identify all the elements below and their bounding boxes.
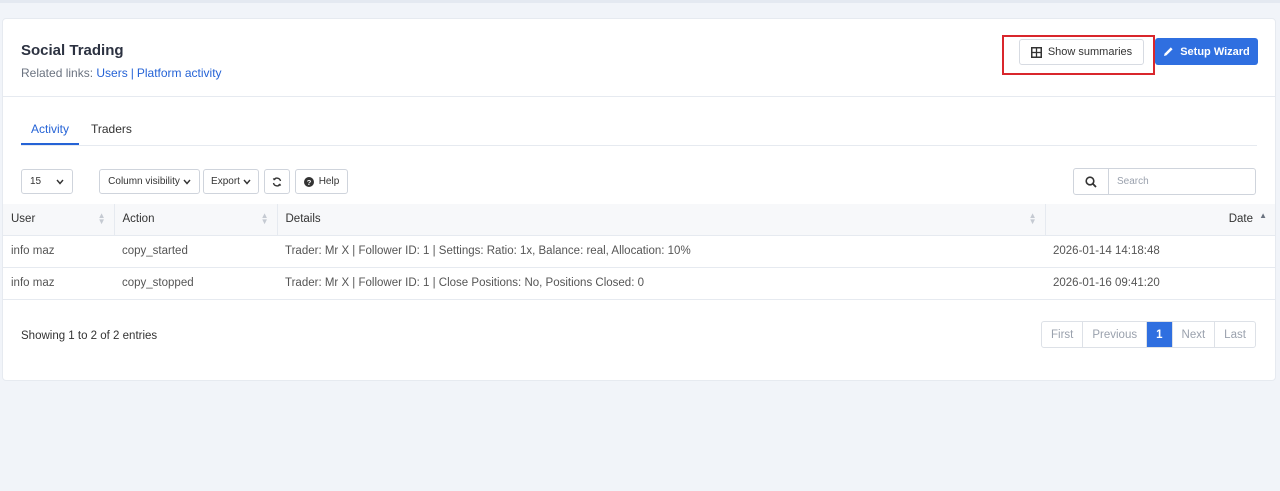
activity-table: User ▲ ▼ Action ▲ ▼ Details ▲ ▼ Date ▲ info maz… (3, 204, 1275, 300)
table-grid-icon (1030, 46, 1042, 58)
cell-user: info maz (3, 266, 114, 300)
platform-activity-link[interactable]: Platform activity (137, 66, 222, 80)
pagination-next[interactable]: Next (1173, 322, 1216, 347)
tab-traders[interactable]: Traders (81, 120, 142, 145)
column-header-user[interactable]: User ▲ ▼ (3, 204, 115, 235)
page-length-value: 15 (30, 176, 42, 187)
page-length-select[interactable]: 15 (21, 169, 73, 194)
pencil-icon (1164, 47, 1173, 56)
cell-details: Trader: Mr X | Follower ID: 1 | Settings… (277, 234, 1045, 267)
pagination-last[interactable]: Last (1215, 322, 1255, 347)
page-title: Social Trading (21, 42, 124, 59)
cell-date: 2026-01-14 14:18:48 (1045, 234, 1275, 267)
cell-action: copy_started (114, 234, 277, 267)
social-trading-card: Social Trading Related links: Users | Plat… (2, 18, 1276, 381)
svg-text:?: ? (306, 177, 311, 186)
top-border (0, 0, 1280, 3)
showing-entries-text: Showing 1 to 2 of 2 entries (21, 330, 158, 342)
cell-date: 2026-01-16 09:41:20 (1045, 266, 1275, 300)
chevron-down-icon (183, 179, 191, 185)
related-links: Related links: Users | Platform activity (21, 66, 222, 80)
users-link[interactable]: Users (96, 66, 127, 80)
search-button[interactable] (1073, 168, 1109, 195)
question-circle-icon: ? (303, 176, 314, 187)
link-separator: | (130, 66, 134, 80)
pagination-first[interactable]: First (1042, 322, 1084, 347)
export-label: Export (211, 176, 240, 187)
refresh-icon (272, 176, 282, 187)
pagination-previous[interactable]: Previous (1083, 322, 1148, 347)
sort-icon: ▲ ▼ (260, 211, 269, 226)
pagination: First Previous 1 Next Last (1041, 321, 1256, 348)
chevron-down-icon (243, 179, 251, 185)
related-links-label: Related links: (21, 66, 94, 80)
setup-wizard-label: Setup Wizard (1180, 45, 1250, 58)
column-header-details[interactable]: Details ▲ ▼ (277, 204, 1046, 235)
pagination-page-1[interactable]: 1 (1147, 322, 1173, 347)
help-label: Help (318, 176, 340, 187)
refresh-button[interactable] (264, 169, 290, 194)
chevron-down-icon (56, 179, 64, 185)
table-row: info maz copy_started Trader: Mr X | Fol… (3, 234, 1275, 267)
show-summaries-label: Show summaries (1047, 46, 1133, 58)
show-summaries-button[interactable]: Show summaries (1019, 39, 1144, 65)
column-visibility-label: Column visibility (108, 176, 180, 187)
sort-icon: ▲ ▼ (97, 211, 106, 226)
column-header-date[interactable]: Date ▲ (1045, 204, 1275, 235)
cell-action: copy_stopped (114, 266, 277, 300)
column-visibility-button[interactable]: Column visibility (99, 169, 200, 194)
export-button[interactable]: Export (203, 169, 259, 194)
table-row: info maz copy_stopped Trader: Mr X | Fol… (3, 266, 1275, 300)
tab-activity[interactable]: Activity (21, 120, 80, 145)
sort-asc-icon: ▲ (1259, 211, 1267, 220)
setup-wizard-button[interactable]: Setup Wizard (1155, 38, 1258, 65)
cell-user: info maz (3, 234, 114, 267)
card-header: Social Trading Related links: Users | Plat… (3, 19, 1275, 97)
table-header-row: User ▲ ▼ Action ▲ ▼ Details ▲ ▼ Date ▲ (3, 204, 1275, 235)
help-button[interactable]: ? Help (295, 169, 348, 194)
sort-icon: ▲ ▼ (1028, 211, 1037, 226)
tab-bar: Activity Traders (21, 117, 1257, 146)
search-input[interactable] (1108, 168, 1256, 195)
column-header-action[interactable]: Action ▲ ▼ (114, 204, 278, 235)
search-icon (1085, 175, 1097, 188)
cell-details: Trader: Mr X | Follower ID: 1 | Close Po… (277, 266, 1045, 300)
